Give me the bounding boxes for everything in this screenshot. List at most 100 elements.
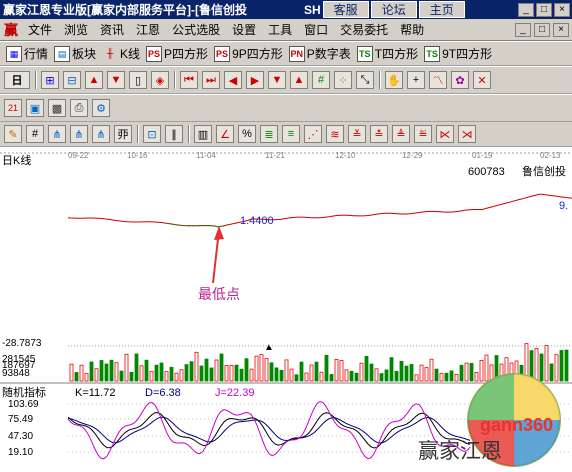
shape-icon[interactable]: ✿ (451, 71, 469, 89)
gann-fan3-icon[interactable]: ⋔ (92, 125, 110, 143)
period-lines-icon[interactable]: ▥ (194, 125, 212, 143)
tool5-icon[interactable]: ≚ (348, 125, 366, 143)
volume-bar (124, 353, 129, 382)
menu-info[interactable]: 资讯 (94, 21, 130, 38)
split-icon[interactable]: ⊞ (41, 71, 59, 89)
period-select[interactable]: 日 (4, 71, 30, 89)
gann-fan-icon[interactable]: ⋔ (48, 125, 66, 143)
line-icon[interactable]: 〽 (429, 71, 447, 89)
volume-bar (224, 364, 229, 382)
divider (188, 125, 190, 143)
volume-bar (549, 363, 554, 382)
grid-lines-icon[interactable]: # (26, 125, 44, 143)
volume-bar (384, 369, 389, 382)
shrink-icon[interactable]: ⤡ (356, 71, 374, 89)
p-square-button[interactable]: PS P四方形 (146, 45, 208, 62)
quotes-button[interactable]: ▦ 行情 (6, 45, 48, 62)
volume-bar (159, 362, 164, 382)
menu-gann[interactable]: 江恩 (130, 21, 166, 38)
kline-button[interactable]: ╫ K线 (102, 45, 140, 62)
minimize-button[interactable]: _ (518, 2, 534, 17)
volume-bar (539, 353, 544, 382)
menu-browse[interactable]: 浏览 (58, 21, 94, 38)
p-number-table-button[interactable]: PN P数字表 (288, 45, 351, 62)
volume-bar (544, 345, 549, 382)
bars-icon[interactable]: ∥ (165, 125, 183, 143)
tool10-icon[interactable]: ⋊ (458, 125, 476, 143)
mark-icon[interactable]: ◈ (151, 71, 169, 89)
9p-square-button[interactable]: PS 9P四方形 (214, 45, 283, 62)
down-icon[interactable]: ▼ (268, 71, 286, 89)
mdi-restore-button[interactable]: □ (534, 22, 550, 37)
blocks-button[interactable]: ▤ 板块 (54, 45, 96, 62)
mdi-close-button[interactable]: × (553, 22, 569, 37)
menu-file[interactable]: 文件 (22, 21, 58, 38)
volume-bar (359, 362, 364, 382)
angle-icon[interactable]: ∠ (216, 125, 234, 143)
volume-bar (314, 361, 319, 382)
lock-icon[interactable]: ▯ (129, 71, 147, 89)
indicator-name: 随机指标 (2, 385, 46, 399)
close-button[interactable]: × (554, 2, 570, 17)
date-axis: 09-22 10-16 11-04 11-21 12-10 12-29 01-19 02-13 (68, 151, 561, 160)
box-icon[interactable]: ⊡ (143, 125, 161, 143)
volume-bar (444, 372, 449, 382)
right-edge-value: 9. (559, 200, 568, 212)
prev-stock-icon[interactable]: ▲ (85, 71, 103, 89)
main-toolbar: ▦ 行情 ▤ 板块 ╫ K线 PS P四方形 PS 9P四方形 PN P数字表 TS T四方形… (0, 42, 572, 66)
tab-home[interactable]: 主页 (418, 1, 465, 18)
percent-icon[interactable]: % (238, 125, 256, 143)
tool9-icon[interactable]: ⋉ (436, 125, 454, 143)
calendar-icon[interactable]: 21 (4, 99, 22, 117)
tool2-icon[interactable]: ≡ (282, 125, 300, 143)
hand-icon[interactable]: ✋ (385, 71, 403, 89)
volume-tick: 93848 (2, 368, 30, 379)
tool6-icon[interactable]: ≛ (370, 125, 388, 143)
print-icon[interactable]: ⎙ (70, 99, 88, 117)
right-icon[interactable]: ▶ (246, 71, 264, 89)
tab-service[interactable]: 客服 (322, 1, 369, 18)
hash-icon[interactable]: # (312, 71, 330, 89)
chart-area[interactable]: 09-22 10-16 11-04 11-21 12-10 12-29 01-19 02-13… (0, 147, 572, 469)
menu-settings[interactable]: 设置 (226, 21, 262, 38)
cross-icon[interactable]: + (407, 71, 425, 89)
volume-bar (199, 365, 204, 382)
up-icon[interactable]: ▲ (290, 71, 308, 89)
delete-icon[interactable]: ✕ (473, 71, 491, 89)
gann-fan2-icon[interactable]: ⋔ (70, 125, 88, 143)
volume-bar (564, 349, 569, 382)
maximize-button[interactable]: □ (536, 2, 552, 17)
first-icon[interactable]: ⏮ (180, 71, 198, 89)
dots-icon[interactable]: ⁘ (334, 71, 352, 89)
menu-tools[interactable]: 工具 (262, 21, 298, 38)
volume-bar (254, 355, 259, 382)
t-square-button[interactable]: TS T四方形 (356, 45, 418, 62)
tool3-icon[interactable]: ⋰ (304, 125, 322, 143)
nav-icon[interactable]: ⊟ (63, 71, 81, 89)
left-icon[interactable]: ◀ (224, 71, 242, 89)
tool1-icon[interactable]: ≣ (260, 125, 278, 143)
tab-forum[interactable]: 论坛 (370, 1, 417, 18)
volume-bar (194, 351, 199, 382)
9t-square-button[interactable]: TS 9T四方形 (424, 45, 492, 62)
save-icon[interactable]: ▩ (48, 99, 66, 117)
volume-bar (479, 359, 484, 382)
tool8-icon[interactable]: ≝ (414, 125, 432, 143)
menu-formula[interactable]: 公式选股 (166, 21, 226, 38)
gann-fan4-icon[interactable]: 丣 (114, 125, 132, 143)
tool4-icon[interactable]: ≋ (326, 125, 344, 143)
mdi-minimize-button[interactable]: _ (515, 22, 531, 37)
indicator-tick: 103.69 (8, 399, 39, 410)
next-stock-icon[interactable]: ▼ (107, 71, 125, 89)
volume-bar (459, 364, 464, 382)
menu-help[interactable]: 帮助 (394, 21, 430, 38)
volume-bar (449, 370, 454, 382)
volume-bar (559, 350, 564, 382)
menu-window[interactable]: 窗口 (298, 21, 334, 38)
monitor-icon[interactable]: ▣ (26, 99, 44, 117)
last-icon[interactable]: ⏭ (202, 71, 220, 89)
pen-icon[interactable]: ✎ (4, 125, 22, 143)
tool7-icon[interactable]: ≜ (392, 125, 410, 143)
settings-icon[interactable]: ⚙ (92, 99, 110, 117)
menu-trade[interactable]: 交易委托 (334, 21, 394, 38)
